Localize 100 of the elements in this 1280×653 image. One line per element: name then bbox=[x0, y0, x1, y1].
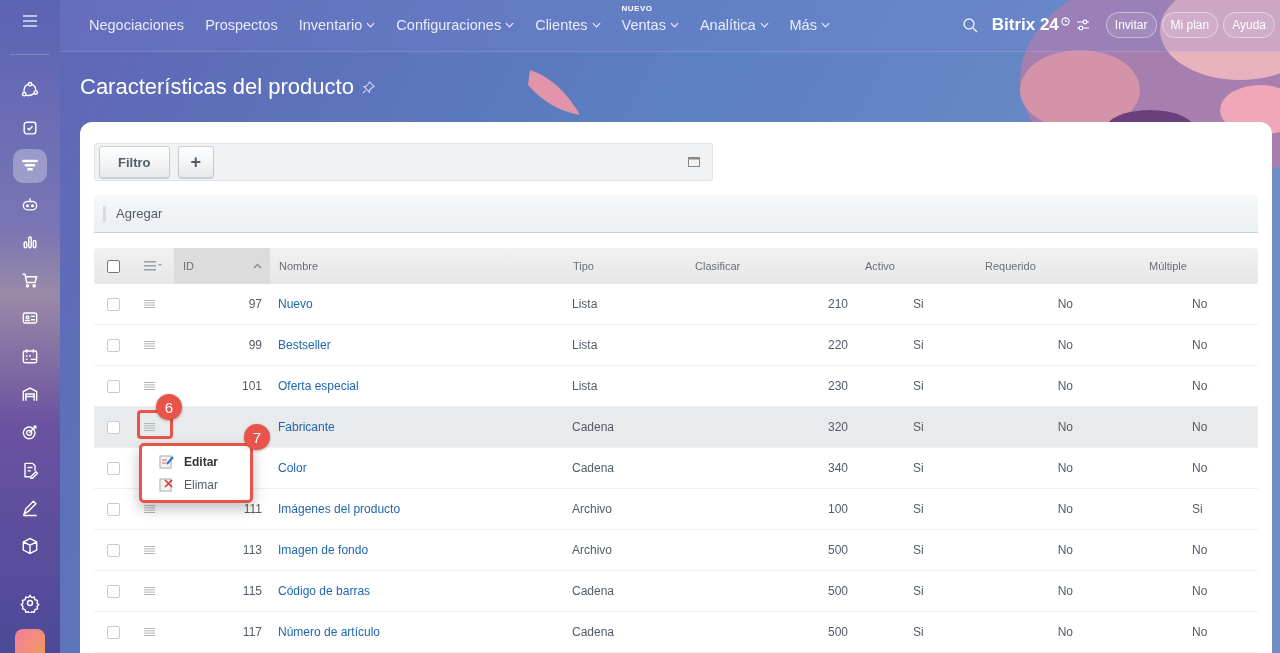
table-cell: 97 bbox=[248, 297, 262, 311]
search-icon[interactable] bbox=[961, 17, 978, 34]
select-all-checkbox[interactable] bbox=[106, 259, 120, 273]
column-header[interactable]: Tipo bbox=[564, 248, 686, 284]
name-link[interactable]: Bestseller bbox=[270, 338, 331, 352]
pin-icon[interactable] bbox=[361, 80, 375, 94]
row-checkbox[interactable] bbox=[106, 584, 120, 598]
table-cell: 500 bbox=[827, 543, 848, 557]
table-cell: Si bbox=[913, 297, 924, 311]
row-checkbox[interactable] bbox=[106, 625, 120, 639]
chevron-down-icon bbox=[366, 22, 376, 29]
menu-icon[interactable] bbox=[21, 12, 39, 30]
table-cell: No bbox=[1192, 461, 1208, 475]
target-icon bbox=[20, 422, 40, 442]
nav-item[interactable]: Clientes bbox=[535, 17, 601, 34]
name-link[interactable]: Imagen de fondo bbox=[270, 543, 369, 557]
table-cell: No bbox=[1057, 502, 1073, 516]
chevron-down-icon bbox=[759, 22, 769, 29]
column-header[interactable]: Activo bbox=[856, 248, 976, 284]
table-cell: 230 bbox=[827, 379, 848, 393]
window-icon[interactable] bbox=[688, 157, 700, 167]
menu-item[interactable]: Elimar bbox=[142, 473, 250, 496]
column-header[interactable]: Clasificar bbox=[686, 248, 856, 284]
name-link[interactable]: Color bbox=[270, 461, 307, 475]
row-checkbox[interactable] bbox=[106, 297, 120, 311]
clock-icon bbox=[1060, 17, 1070, 27]
table-cell: 340 bbox=[827, 461, 848, 475]
logo[interactable]: Bitrix 24 bbox=[991, 15, 1059, 36]
name-link[interactable]: Fabricante bbox=[270, 420, 335, 434]
cube-icon bbox=[20, 536, 40, 556]
checkbox-icon bbox=[20, 118, 40, 138]
row-menu-icon[interactable] bbox=[144, 587, 155, 595]
table-cell: No bbox=[1057, 584, 1073, 598]
row-menu-icon[interactable] bbox=[144, 505, 155, 513]
table-cell: Si bbox=[913, 379, 924, 393]
table-cell: No bbox=[1192, 338, 1208, 352]
table-cell: Si bbox=[913, 543, 924, 557]
table-cell: No bbox=[1057, 297, 1073, 311]
table-cell: No bbox=[1057, 338, 1073, 352]
nav-item[interactable]: Negociaciones bbox=[89, 17, 185, 34]
name-link[interactable]: Número de artículo bbox=[270, 625, 381, 639]
name-link[interactable]: Oferta especial bbox=[270, 379, 359, 393]
column-header[interactable]: Múltiple bbox=[1140, 248, 1258, 284]
table-cell: Cadena bbox=[572, 625, 615, 639]
column-header[interactable]: Requerido bbox=[976, 248, 1140, 284]
sidebar-item[interactable] bbox=[13, 149, 47, 183]
column-header[interactable]: ID bbox=[174, 248, 270, 284]
table-cell: Lista bbox=[572, 379, 598, 393]
table-cell: 500 bbox=[827, 584, 848, 598]
row-checkbox[interactable] bbox=[106, 379, 120, 393]
nav-item[interactable]: Más bbox=[789, 17, 830, 34]
table-cell: Si bbox=[1192, 502, 1203, 516]
row-checkbox[interactable] bbox=[106, 461, 120, 475]
row-checkbox[interactable] bbox=[106, 502, 120, 516]
row-checkbox[interactable] bbox=[106, 338, 120, 352]
header-button[interactable]: Invitar bbox=[1105, 12, 1157, 39]
name-link[interactable]: Nuevo bbox=[270, 297, 313, 311]
nav-item[interactable]: Configuraciones bbox=[396, 17, 515, 34]
table-cell: No bbox=[1192, 420, 1208, 434]
table-cell: 115 bbox=[242, 584, 262, 598]
delete-icon bbox=[159, 477, 174, 492]
rocket-icon[interactable] bbox=[15, 629, 45, 653]
menu-item[interactable]: Editar bbox=[142, 450, 250, 473]
table-cell: No bbox=[1057, 379, 1073, 393]
column-settings-icon[interactable] bbox=[144, 261, 162, 271]
table-cell: Archivo bbox=[572, 502, 612, 516]
row-menu-icon[interactable] bbox=[144, 546, 155, 554]
row-menu-icon[interactable] bbox=[144, 423, 155, 431]
settings-icon[interactable] bbox=[20, 593, 40, 613]
cart-icon bbox=[20, 270, 40, 290]
table-cell: No bbox=[1192, 625, 1208, 639]
new-label: NUEVO bbox=[621, 4, 653, 14]
row-menu-icon[interactable] bbox=[144, 341, 155, 349]
add-action[interactable]: Agregar bbox=[116, 206, 163, 221]
nav-item[interactable]: Analítica bbox=[699, 17, 769, 34]
name-link[interactable]: Código de barras bbox=[270, 584, 371, 598]
page-title: Características del producto bbox=[80, 74, 354, 101]
table-cell: 100 bbox=[827, 502, 848, 516]
nav-item[interactable]: Inventario bbox=[298, 17, 376, 34]
row-menu-icon[interactable] bbox=[144, 628, 155, 636]
table-cell: 101 bbox=[241, 379, 262, 393]
add-button[interactable]: + bbox=[177, 146, 214, 178]
column-header[interactable]: Nombre bbox=[270, 248, 564, 284]
row-menu-icon[interactable] bbox=[144, 300, 155, 308]
nav-item[interactable]: Prospectos bbox=[205, 17, 278, 34]
name-link[interactable]: Imágenes del producto bbox=[270, 502, 401, 516]
table-cell: No bbox=[1192, 543, 1208, 557]
callout-badge: 6 bbox=[156, 394, 182, 420]
table-cell: Lista bbox=[572, 338, 598, 352]
filter-button[interactable]: Filtro bbox=[99, 146, 170, 178]
row-checkbox[interactable] bbox=[106, 420, 120, 434]
table-cell: 320 bbox=[827, 420, 848, 434]
row-menu-icon[interactable] bbox=[144, 382, 155, 390]
table-cell: Si bbox=[913, 502, 924, 516]
table-cell: No bbox=[1057, 543, 1073, 557]
table-cell: 500 bbox=[827, 625, 848, 639]
table-cell: Cadena bbox=[572, 420, 615, 434]
row-checkbox[interactable] bbox=[106, 543, 120, 557]
sliders-icon[interactable] bbox=[1075, 18, 1090, 33]
table-cell: No bbox=[1057, 625, 1073, 639]
